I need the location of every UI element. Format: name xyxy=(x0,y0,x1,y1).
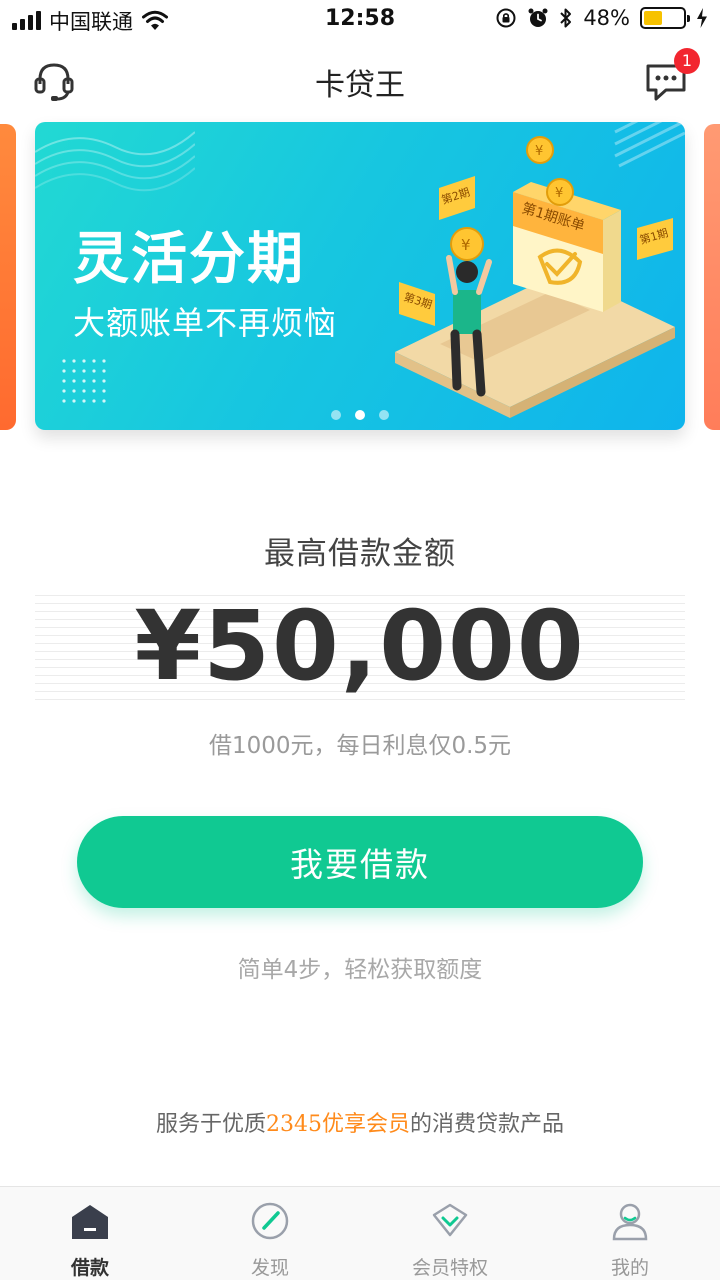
banner-carousel[interactable]: 灵活分期 大额账单不再烦恼 第1期账单 ¥ ¥ 第2期 第3期 第1期 ¥ xyxy=(0,122,720,442)
tab-mine[interactable]: 我的 xyxy=(540,1187,720,1280)
tab-label-discover: 发现 xyxy=(250,1257,289,1279)
page-title: 卡贷王 xyxy=(315,68,405,103)
alarm-icon xyxy=(528,8,548,27)
tab-member[interactable]: 会员特权 xyxy=(360,1187,540,1280)
steps-hint: 简单4步，轻松获取额度 xyxy=(237,957,483,983)
service-brand: 2345优享会员 xyxy=(266,1112,410,1137)
user-icon xyxy=(612,1203,648,1241)
diamond-icon xyxy=(432,1203,468,1237)
battery-percent: 48% xyxy=(583,6,630,30)
prev-banner-peek[interactable] xyxy=(0,124,16,430)
max-amount-value: ¥50,000 xyxy=(134,590,586,702)
tab-borrow[interactable]: 借款 xyxy=(0,1187,180,1280)
orientation-lock-icon xyxy=(496,8,516,28)
message-badge: 1 xyxy=(674,48,700,74)
tab-bar: 借款 发现 会员特权 我的 xyxy=(0,1186,720,1280)
home-icon xyxy=(72,1205,108,1239)
compass-icon xyxy=(251,1202,289,1240)
banner-dots-decoration xyxy=(62,359,106,403)
charging-icon xyxy=(697,8,707,28)
service-prefix: 服务于优质 xyxy=(155,1112,266,1137)
carousel-dot-1[interactable] xyxy=(331,410,341,420)
battery-icon xyxy=(640,7,690,29)
bluetooth-icon xyxy=(560,8,572,28)
tab-label-borrow: 借款 xyxy=(70,1257,109,1279)
carousel-dot-2[interactable] xyxy=(355,410,365,420)
banner-wave-decoration xyxy=(35,131,195,192)
borrow-button[interactable]: 我要借款 xyxy=(77,816,643,908)
carousel-indicator xyxy=(35,410,685,420)
tab-discover[interactable]: 发现 xyxy=(180,1187,360,1280)
status-bar: 中国联通 12:58 48% xyxy=(0,0,720,40)
service-suffix: 的消费贷款产品 xyxy=(410,1112,565,1137)
max-amount-label: 最高借款金额 xyxy=(264,536,456,572)
interest-description: 借1000元，每日利息仅0.5元 xyxy=(208,733,512,759)
svg-text:¥: ¥ xyxy=(535,144,543,159)
svg-text:¥: ¥ xyxy=(461,236,471,254)
banner-subtitle: 大额账单不再烦恼 xyxy=(73,304,338,342)
messages-button[interactable]: 1 xyxy=(644,48,700,104)
status-right: 48% xyxy=(495,6,708,30)
next-banner-peek[interactable] xyxy=(704,124,720,430)
tab-label-mine: 我的 xyxy=(610,1257,649,1279)
banner-slide[interactable]: 灵活分期 大额账单不再烦恼 第1期账单 ¥ ¥ 第2期 第3期 第1期 ¥ xyxy=(35,122,685,430)
installment-calendar-illustration: 第1期账单 ¥ ¥ 第2期 第3期 第1期 ¥ xyxy=(395,122,685,418)
tab-label-member: 会员特权 xyxy=(411,1257,488,1279)
nav-bar: 卡贷王 1 xyxy=(0,40,720,122)
service-disclaimer: 服务于优质2345优享会员的消费贷款产品 xyxy=(0,1106,720,1138)
carousel-dot-3[interactable] xyxy=(379,410,389,420)
battery-level xyxy=(644,11,663,25)
svg-text:¥: ¥ xyxy=(555,186,563,201)
banner-title: 灵活分期 xyxy=(73,227,305,292)
